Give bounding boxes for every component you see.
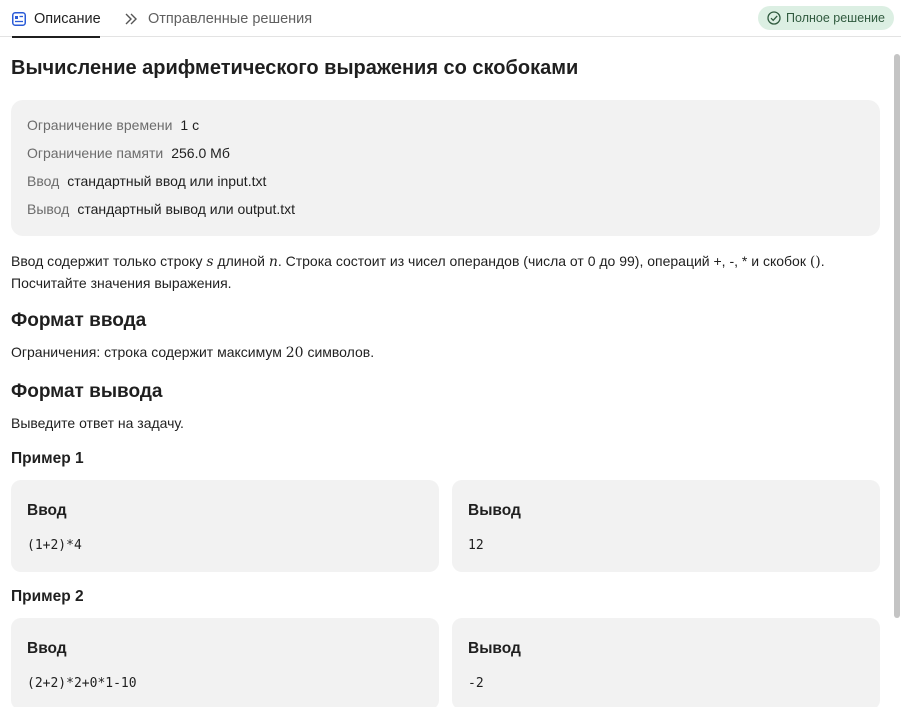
- example-1-output-card: Вывод 12: [452, 480, 880, 572]
- problem-statement: Ввод содержит только строку s длиной n. …: [11, 251, 881, 294]
- limit-output: Вывод стандартный вывод или output.txt: [27, 201, 295, 217]
- limit-time-value: 1 с: [180, 117, 200, 133]
- limit-input-value: стандартный ввод или input.txt: [67, 173, 267, 189]
- scrollbar-thumb[interactable]: [894, 54, 900, 618]
- example-2-output-card: Вывод -2: [452, 618, 880, 707]
- input-format-heading: Формат ввода: [11, 310, 147, 331]
- tab-description[interactable]: Описание: [12, 0, 101, 38]
- limit-memory-value: 256.0 Мб: [171, 145, 230, 161]
- status-badge: Полное решение: [758, 6, 894, 30]
- tab-submissions[interactable]: Отправленные решения: [124, 0, 312, 37]
- limit-time: Ограничение времени 1 с: [27, 117, 199, 133]
- example-1-input-code[interactable]: (1+2)*4: [27, 538, 82, 553]
- example-1-output-code[interactable]: 12: [468, 538, 484, 553]
- limits-card: Ограничение времени 1 с Ограничение памят…: [11, 100, 880, 236]
- double-chevron-right-icon: [124, 11, 140, 27]
- tab-description-label: Описание: [34, 10, 101, 27]
- example-1-input-label: Ввод: [27, 502, 67, 519]
- tab-bar: Описание Отправленные решения Полное реш…: [0, 0, 901, 38]
- math-parens: (): [809, 254, 821, 270]
- limit-memory-label: Ограничение памяти: [27, 145, 164, 161]
- status-badge-label: Полное решение: [786, 11, 885, 25]
- input-format-text-1: Ограничения: строка содержит максимум: [11, 344, 286, 360]
- check-circle-icon: [767, 11, 781, 25]
- statement-text-3: . Строка состоит из чисел операндов (чис…: [277, 253, 810, 269]
- input-format-text: Ограничения: строка содержит максимум 20…: [11, 342, 881, 364]
- example-2-output-label: Вывод: [468, 640, 521, 657]
- limit-output-label: Вывод: [27, 201, 70, 217]
- example-1-heading: Пример 1: [11, 450, 84, 467]
- statement-line-2: Посчитайте значения выражения.: [11, 275, 232, 291]
- limit-input-label: Ввод: [27, 173, 60, 189]
- statement-text-4: .: [820, 253, 825, 269]
- problem-title: Вычисление арифметического выражения со …: [11, 57, 579, 79]
- example-2-input-label: Ввод: [27, 640, 67, 657]
- tab-submissions-label: Отправленные решения: [148, 10, 313, 27]
- example-2-heading: Пример 2: [11, 588, 84, 605]
- example-2-output-code[interactable]: -2: [468, 676, 484, 691]
- example-2-input-code[interactable]: (2+2)*2+0*1-10: [27, 676, 137, 691]
- limit-memory: Ограничение памяти 256.0 Мб: [27, 145, 230, 161]
- math-var-s: s: [206, 254, 214, 270]
- output-format-text: Выведите ответ на задачу.: [11, 415, 184, 431]
- description-card-icon: [12, 11, 26, 27]
- statement-text-2: длиной: [213, 253, 269, 269]
- math-var-n: n: [268, 254, 278, 270]
- limit-input: Ввод стандартный ввод или input.txt: [27, 173, 266, 189]
- statement-text-1: Ввод содержит только строку: [11, 253, 207, 269]
- example-1-input-card: Ввод (1+2)*4: [11, 480, 439, 572]
- problem-page: Описание Отправленные решения Полное реш…: [0, 0, 901, 707]
- example-2-input-card: Ввод (2+2)*2+0*1-10: [11, 618, 439, 707]
- example-1-output-label: Вывод: [468, 502, 521, 519]
- output-format-heading: Формат вывода: [11, 381, 163, 402]
- math-num-20: 20: [285, 345, 304, 361]
- input-format-text-2: символов.: [303, 344, 375, 360]
- limit-time-label: Ограничение времени: [27, 117, 173, 133]
- limit-output-value: стандартный вывод или output.txt: [77, 201, 296, 217]
